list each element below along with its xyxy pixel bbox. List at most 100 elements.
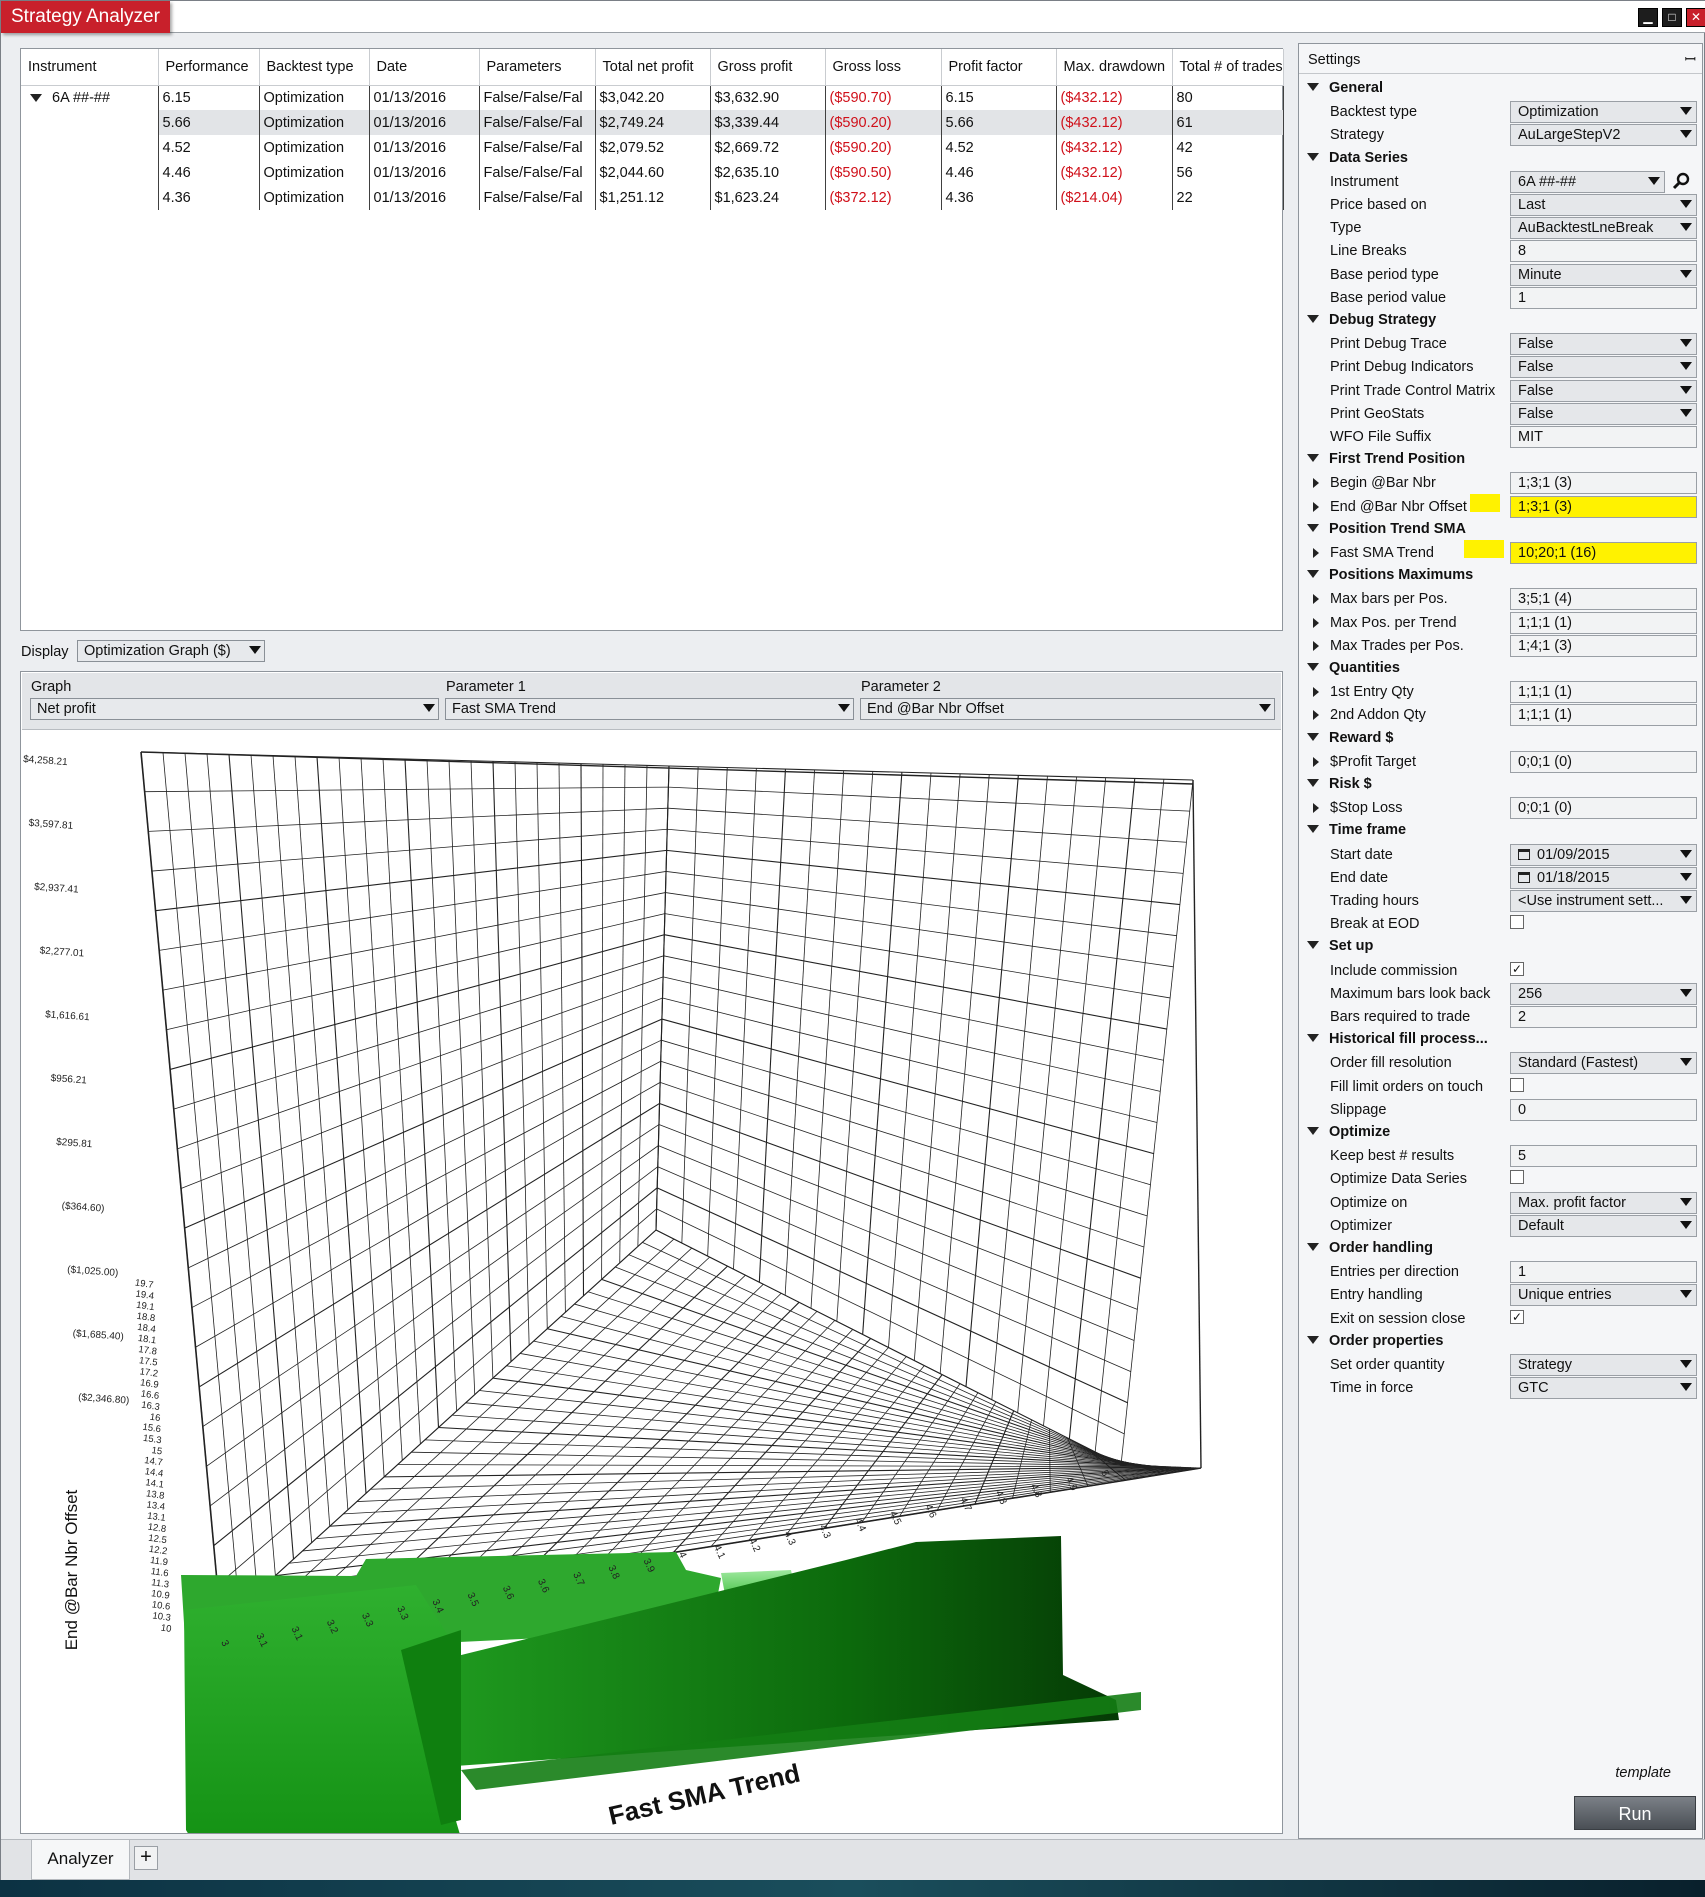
property-input[interactable]: 5 [1510,1145,1697,1168]
parameter1-select[interactable]: Fast SMA Trend [445,698,854,720]
settings-category[interactable]: Quantities [1307,660,1400,676]
settings-category[interactable]: General [1307,80,1383,96]
property-input[interactable]: 1;4;1 (3) [1510,634,1697,657]
checkbox[interactable]: ✓ [1510,961,1524,976]
column-header[interactable]: Profit factor [941,49,1057,86]
settings-category[interactable]: Set up [1307,938,1373,954]
property-select[interactable]: Strategy [1510,1354,1697,1376]
expand-arrow-icon[interactable] [1313,710,1319,721]
collapse-triangle-icon[interactable] [1307,152,1319,161]
collapse-triangle-icon[interactable] [1307,570,1319,579]
parameter2-select[interactable]: End @Bar Nbr Offset [860,698,1275,720]
settings-category[interactable]: Data Series [1307,150,1408,166]
expand-arrow-icon[interactable] [1313,594,1319,605]
run-button[interactable]: Run [1574,1796,1696,1830]
column-header[interactable]: Max. drawdown [1056,49,1173,86]
expand-arrow-icon[interactable] [1313,640,1319,651]
expand-arrow-icon[interactable] [1313,501,1319,512]
checkbox[interactable]: ✓ [1510,1309,1524,1324]
property-input[interactable]: 8 [1510,240,1697,263]
expand-arrow-icon[interactable] [1313,687,1319,698]
column-header[interactable]: Parameters [479,49,596,86]
settings-category[interactable]: Reward $ [1307,730,1393,746]
property-select[interactable]: AuBacktestLneBreak [1510,217,1697,240]
calendar-icon[interactable] [1518,848,1530,860]
template-label[interactable]: template [1615,1765,1671,1781]
maximize-button[interactable]: □ [1662,8,1682,27]
settings-category[interactable]: Position Trend SMA [1307,521,1466,537]
settings-category[interactable]: Debug Strategy [1307,312,1436,328]
column-header[interactable]: Instrument [21,49,159,86]
property-select[interactable]: False [1510,402,1697,425]
property-input[interactable]: 1;1;1 (1) [1510,611,1697,634]
property-input[interactable]: 0 [1510,1098,1697,1121]
expand-arrow-icon[interactable] [1313,756,1319,767]
property-select[interactable]: False [1510,379,1697,402]
property-select[interactable]: Last [1510,194,1697,216]
optimization-3d-chart[interactable]: $4,258.21 $3,597.81 $2,937.41 $2,277.01 $1,6… [21,730,1282,1833]
expand-arrow-icon[interactable] [1313,803,1319,814]
column-header[interactable]: Total net profit [595,49,711,86]
settings-category[interactable]: Order handling [1307,1240,1433,1256]
collapse-triangle-icon[interactable] [1307,523,1319,532]
property-input[interactable]: 1 [1510,286,1697,309]
settings-category[interactable]: First Trend Position [1307,451,1465,467]
table-row[interactable]: 5.66 Optimization 01/13/2016 False/False/Fa… [21,110,1284,135]
property-select[interactable]: GTC [1510,1377,1697,1400]
property-select[interactable]: Optimization [1510,101,1697,124]
collapse-triangle-icon[interactable] [1307,779,1319,787]
table-row[interactable]: 6A ##-## 6.15 Optimization 01/13/2016 False/… [21,85,1284,110]
collapse-triangle-icon[interactable] [1307,315,1319,323]
property-input[interactable]: 0;0;1 (0) [1510,750,1697,773]
minimize-button[interactable]: ▁ [1638,8,1658,27]
property-select[interactable]: Unique entries [1510,1284,1697,1307]
property-input[interactable]: 10;20;1 (16) [1510,542,1697,564]
settings-category[interactable]: Risk $ [1307,776,1372,792]
property-input[interactable]: 1 [1510,1261,1697,1284]
property-select[interactable]: AuLargeStepV2 [1510,124,1697,147]
property-select[interactable]: Default [1510,1214,1697,1237]
property-input[interactable]: 1;3;1 (3) [1510,495,1697,518]
collapse-triangle-icon[interactable] [1307,1034,1319,1043]
display-select[interactable]: Optimization Graph ($) [77,640,265,662]
checkbox[interactable] [1510,915,1524,930]
checkbox[interactable] [1510,1077,1524,1092]
checkbox[interactable] [1510,1170,1524,1185]
collapse-triangle-icon[interactable] [1307,1127,1319,1135]
collapse-triangle-icon[interactable] [1307,825,1319,834]
collapse-triangle-icon[interactable] [1307,1243,1319,1251]
column-header[interactable]: Backtest type [259,49,370,86]
property-select[interactable]: Standard (Fastest) [1510,1052,1697,1075]
property-input[interactable]: 2 [1510,1006,1697,1028]
column-header[interactable]: Gross loss [825,49,942,86]
table-row[interactable]: 4.36 Optimization 01/13/2016 False/False/Fa… [21,185,1284,210]
collapse-triangle-icon[interactable] [1307,83,1319,91]
property-input[interactable]: 1;1;1 (1) [1510,681,1697,704]
add-tab-button[interactable]: + [134,1846,158,1870]
settings-category[interactable]: Time frame [1307,822,1406,838]
property-input[interactable]: 6A ##-## [1510,170,1665,193]
property-input[interactable]: 0;0;1 (0) [1510,797,1697,820]
expand-arrow-icon[interactable] [1313,548,1319,558]
property-input[interactable]: 1;1;1 (1) [1510,704,1697,727]
expand-triangle-icon[interactable] [30,93,42,102]
property-input[interactable]: 3;5;1 (4) [1510,588,1697,611]
graph-select[interactable]: Net profit [30,698,439,720]
collapse-triangle-icon[interactable] [1307,941,1319,950]
pin-icon[interactable]: ꟷ [1685,50,1696,69]
settings-category[interactable]: Historical fill process... [1307,1031,1488,1047]
collapse-triangle-icon[interactable] [1307,732,1319,741]
settings-category[interactable]: Optimize [1307,1124,1390,1140]
search-icon[interactable] [1672,172,1690,190]
collapse-triangle-icon[interactable] [1307,1335,1319,1344]
property-input[interactable]: MIT [1510,426,1697,448]
collapse-triangle-icon[interactable] [1307,454,1319,463]
property-select[interactable]: 256 [1510,982,1697,1005]
column-header[interactable]: Gross profit [710,49,826,86]
property-input[interactable]: 1;3;1 (3) [1510,472,1697,495]
tab-analyzer[interactable]: Analyzer [31,1840,130,1880]
calendar-icon[interactable] [1518,871,1530,883]
table-row[interactable]: 4.52 Optimization 01/13/2016 False/False/Fa… [21,135,1284,160]
column-header[interactable]: Total # of trades [1172,49,1284,86]
property-select[interactable]: Max. profit factor [1510,1191,1697,1214]
